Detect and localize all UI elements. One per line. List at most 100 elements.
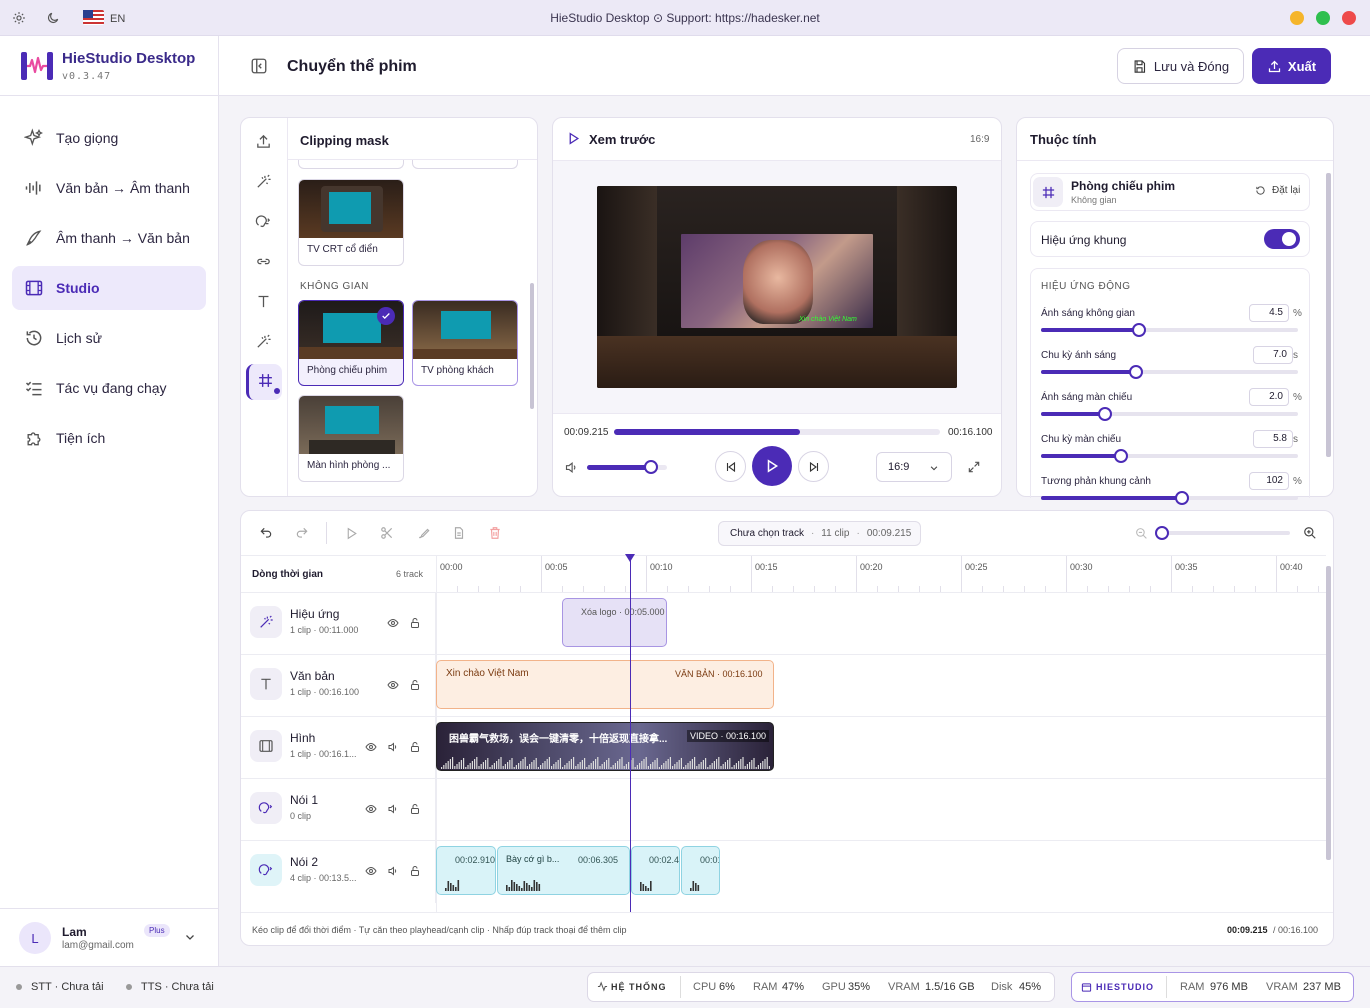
video-clip[interactable]: 困兽霸气救场，误会一键清零，十倍返现直接拿... VIDEO · 00:16.1… xyxy=(436,722,774,771)
minimize-button[interactable] xyxy=(1290,11,1304,25)
nav-item-am-thanh-van-ban[interactable]: Âm thanh → Văn bản xyxy=(12,216,206,260)
lock-icon[interactable] xyxy=(409,865,421,880)
nav-item-van-ban-am-thanh[interactable]: Văn bản → Âm thanh xyxy=(12,166,206,210)
volume-knob[interactable] xyxy=(644,460,658,474)
brush-icon[interactable] xyxy=(417,526,431,540)
voice-clip[interactable]: 00:01 xyxy=(681,846,720,895)
lock-icon[interactable] xyxy=(409,679,421,694)
scrollbar[interactable] xyxy=(1326,173,1331,457)
playhead-handle[interactable] xyxy=(625,554,635,562)
play-button[interactable] xyxy=(752,446,792,486)
voice-icon[interactable] xyxy=(255,213,272,230)
nav-label: Tạo giọng xyxy=(56,130,119,146)
slider-value[interactable]: 7.0 xyxy=(1253,346,1293,364)
property-slider[interactable] xyxy=(1041,454,1298,458)
slider-value[interactable]: 4.5 xyxy=(1249,304,1289,322)
reset-button[interactable]: Đặt lại xyxy=(1255,185,1300,196)
lock-icon[interactable] xyxy=(409,617,421,632)
playhead[interactable] xyxy=(630,556,631,912)
nav-item-studio[interactable]: Studio xyxy=(12,266,206,310)
track-row[interactable]: Văn bản 1 clip · 00:16.100 xyxy=(241,654,1326,717)
magic-wand-icon[interactable] xyxy=(255,333,272,350)
slider-knob[interactable] xyxy=(1113,449,1128,463)
time-ruler[interactable]: 00:00 00:05 00:10 00:15 00:20 00:25 00:30 00:35… xyxy=(436,556,1326,592)
speaker-icon[interactable] xyxy=(387,803,399,818)
current-time: 00:09.215 xyxy=(564,427,609,438)
export-button[interactable]: Xuất xyxy=(1252,48,1331,84)
speaker-icon[interactable] xyxy=(387,865,399,880)
frame-tool-button[interactable] xyxy=(246,364,282,400)
slider-value[interactable]: 5.8 xyxy=(1253,430,1293,448)
lock-icon[interactable] xyxy=(409,741,421,756)
effect-clip[interactable]: Xóa logo · 00:05.000 xyxy=(562,598,667,647)
mask-item-crt[interactable]: TV CRT cổ điển xyxy=(298,179,404,266)
voice-clip[interactable]: Bày cớ gì b... 00:06.305 xyxy=(497,846,630,895)
lock-icon[interactable] xyxy=(409,803,421,818)
track-row[interactable]: Hình 1 clip · 00:16.1... xyxy=(241,716,1326,779)
voice-clip[interactable]: 00:02.910 xyxy=(436,846,496,895)
nav-item-lich-su[interactable]: Lịch sử xyxy=(12,316,206,360)
slider-knob[interactable] xyxy=(1175,491,1190,505)
fullscreen-icon[interactable] xyxy=(967,460,981,474)
track-row[interactable]: Nói 2 4 clip · 00:13.5... xyxy=(241,840,1326,903)
slider-knob[interactable] xyxy=(1131,323,1146,337)
seek-bar[interactable] xyxy=(614,429,940,435)
slider-value[interactable]: 2.0 xyxy=(1249,388,1289,406)
mask-item-man-hinh-phong[interactable]: Màn hình phòng ... xyxy=(298,395,404,482)
track-row[interactable]: Nói 1 0 clip xyxy=(241,778,1326,841)
property-slider[interactable] xyxy=(1041,370,1298,374)
eye-icon[interactable] xyxy=(365,865,377,880)
scissors-icon[interactable] xyxy=(380,526,394,540)
nav-item-tien-ich[interactable]: Tiện ích xyxy=(12,416,206,460)
undo-icon[interactable] xyxy=(259,526,273,540)
zoom-slider[interactable] xyxy=(1162,531,1290,535)
skip-back-button[interactable] xyxy=(715,451,746,482)
nav-item-tac-vu[interactable]: Tác vụ đang chạy xyxy=(12,366,206,410)
chevron-down-icon[interactable] xyxy=(184,931,196,943)
track-row[interactable]: Hiệu ứng 1 clip · 00:11.000 xyxy=(241,592,1326,655)
speaker-icon[interactable] xyxy=(387,741,399,756)
maximize-button[interactable] xyxy=(1316,11,1330,25)
eye-icon[interactable] xyxy=(387,617,399,632)
skip-forward-button[interactable] xyxy=(798,451,829,482)
slider-value[interactable]: 102 xyxy=(1249,472,1289,490)
slider-knob[interactable] xyxy=(1129,365,1144,379)
nav-item-tao-giong[interactable]: Tạo giọng xyxy=(12,116,206,160)
upload-icon[interactable] xyxy=(255,133,272,150)
reset-icon xyxy=(1256,186,1265,195)
eye-icon[interactable] xyxy=(365,741,377,756)
voice-clip[interactable]: 00:02.4 xyxy=(631,846,680,895)
link-icon[interactable] xyxy=(255,253,272,270)
close-button[interactable] xyxy=(1342,11,1356,25)
scrollbar[interactable] xyxy=(530,283,534,409)
eye-icon[interactable] xyxy=(365,803,377,818)
eye-icon[interactable] xyxy=(387,679,399,694)
mask-item-phong-chieu-phim[interactable]: Phòng chiếu phim xyxy=(298,300,404,386)
zoom-in-icon[interactable] xyxy=(1303,526,1317,540)
magic-wand-icon[interactable] xyxy=(255,173,272,190)
zoom-out-icon[interactable] xyxy=(1135,527,1148,540)
document-icon[interactable] xyxy=(452,526,466,540)
collapse-sidebar-icon[interactable] xyxy=(250,57,268,75)
zoom-knob[interactable] xyxy=(1155,526,1169,540)
volume-icon[interactable] xyxy=(564,460,579,475)
video-preview[interactable]: Xin chào Việt Nam xyxy=(597,186,957,388)
property-slider[interactable] xyxy=(1041,496,1298,500)
ruler-tick: 00:20 xyxy=(856,556,883,592)
save-close-button[interactable]: Lưu và Đóng xyxy=(1117,48,1244,84)
film-icon xyxy=(25,280,43,296)
section-label: KHÔNG GIAN xyxy=(300,281,369,292)
text-icon[interactable] xyxy=(255,293,272,310)
property-slider[interactable] xyxy=(1041,328,1298,332)
scrollbar[interactable] xyxy=(1326,566,1331,860)
trash-icon[interactable] xyxy=(488,526,502,540)
mask-item-tv-phong-khach[interactable]: TV phòng khách xyxy=(412,300,518,386)
avatar[interactable]: L xyxy=(19,922,51,954)
nav-label: Tiện ích xyxy=(56,430,106,446)
property-slider[interactable] xyxy=(1041,412,1298,416)
play-outline-icon[interactable] xyxy=(345,527,358,540)
ratio-select[interactable]: 16:9 xyxy=(876,452,952,482)
redo-icon[interactable] xyxy=(295,526,309,540)
frame-effect-toggle[interactable] xyxy=(1264,229,1300,249)
text-clip[interactable]: Xin chào Việt Nam VĂN BẢN · 00:16.100 xyxy=(436,660,774,709)
